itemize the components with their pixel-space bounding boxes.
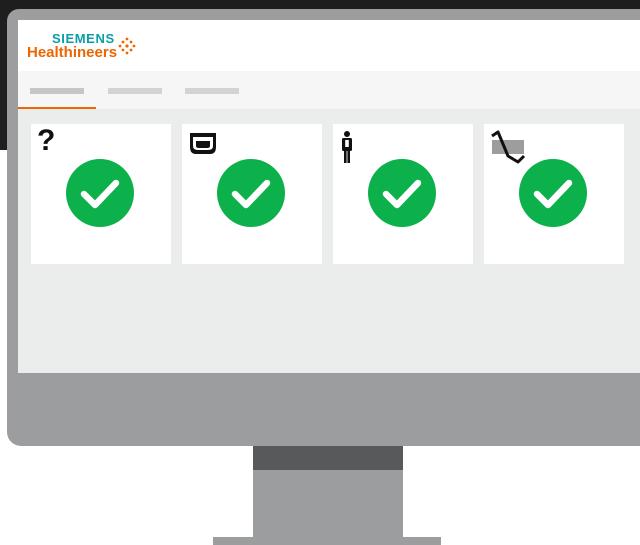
tab-bar [18, 71, 640, 109]
check-icon [66, 159, 134, 227]
page: SIEMENS Healthineers ? [0, 0, 640, 545]
question-mark-icon: ? [37, 124, 56, 157]
tab-1[interactable] [18, 71, 96, 109]
status-card-patient[interactable] [333, 124, 473, 264]
tab-3[interactable] [173, 71, 251, 109]
patient-figure-icon [339, 130, 369, 163]
signal-waveform-icon [490, 130, 526, 164]
monitor-neck-shadow [253, 446, 403, 470]
scanner-bed-icon [188, 130, 218, 160]
tab-2-label-placeholder [108, 88, 162, 94]
tab-3-label-placeholder [185, 88, 239, 94]
status-card-scanner[interactable] [182, 124, 322, 264]
tab-2[interactable] [96, 71, 174, 109]
monitor-stand [253, 470, 403, 538]
brand-name-healthineers: Healthineers [27, 44, 118, 61]
check-icon [368, 159, 436, 227]
check-icon [217, 159, 285, 227]
status-card-unknown[interactable]: ? [31, 124, 171, 264]
monitor-base [213, 537, 441, 545]
monitor-screen: SIEMENS Healthineers ? [18, 20, 640, 373]
brand-dots-icon [118, 37, 136, 55]
status-card-signal[interactable] [484, 124, 624, 264]
tab-1-label-placeholder [30, 88, 84, 94]
check-icon [519, 159, 587, 227]
brand-logo: SIEMENS Healthineers [27, 32, 157, 66]
app-header: SIEMENS Healthineers [18, 20, 640, 71]
